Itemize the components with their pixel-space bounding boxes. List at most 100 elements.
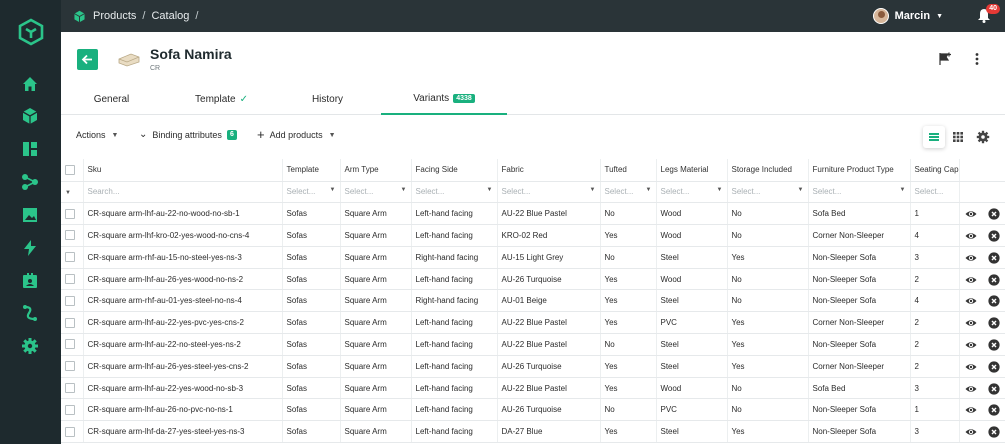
close-circle-icon[interactable] <box>987 426 1000 438</box>
filter-select[interactable]: Select... ▼ <box>808 181 911 204</box>
routes-icon[interactable] <box>21 304 39 322</box>
table-cell[interactable]: 3 <box>910 420 960 444</box>
table-cell[interactable]: Square Arm <box>340 398 412 422</box>
table-cell[interactable]: Left-hand facing <box>411 224 498 247</box>
row-checkbox[interactable] <box>65 295 75 306</box>
table-cell[interactable]: Square Arm <box>340 246 412 269</box>
table-cell[interactable]: Steel <box>656 420 728 444</box>
tab-history[interactable]: History <box>277 84 378 115</box>
eye-icon[interactable] <box>965 339 977 351</box>
table-cell[interactable]: Steel <box>656 246 728 269</box>
table-cell[interactable]: Non-Sleeper Sofa <box>808 268 911 291</box>
close-circle-icon[interactable] <box>987 339 1000 351</box>
table-row[interactable]: CR-square arm-rhf-au-15-no-steel-yes-ns-… <box>61 246 1005 269</box>
table-cell[interactable]: Sofa Bed <box>808 377 911 400</box>
table-cell[interactable]: Left-hand facing <box>411 398 498 422</box>
table-row[interactable]: CR-square arm-lhf-au-22-no-wood-no-sb-1 S… <box>61 202 1005 226</box>
logo-cube-icon[interactable] <box>18 18 44 46</box>
table-cell[interactable]: 2 <box>910 355 960 378</box>
table-cell[interactable]: Sofa Bed <box>808 202 911 226</box>
settings-gear-icon[interactable] <box>975 129 991 145</box>
table-row[interactable]: CR-square arm-lhf-au-22-no-steel-yes-ns-… <box>61 333 1005 356</box>
table-cell[interactable]: Yes <box>727 333 809 356</box>
table-cell[interactable]: 3 <box>910 377 960 400</box>
table-cell[interactable]: Sofas <box>282 333 341 356</box>
table-cell[interactable]: Non-Sleeper Sofa <box>808 289 911 313</box>
column-header[interactable]: Sku <box>83 159 283 182</box>
table-cell[interactable]: Left-hand facing <box>411 202 498 226</box>
table-cell[interactable]: Wood <box>656 224 728 247</box>
table-cell[interactable]: Square Arm <box>340 420 412 444</box>
table-cell[interactable]: Sofas <box>282 289 341 313</box>
table-cell[interactable]: DA-27 Blue <box>497 420 601 444</box>
table-cell[interactable]: No <box>600 246 657 269</box>
table-row[interactable]: CR-square arm-lhf-da-27-yes-steel-yes-ns… <box>61 420 1005 444</box>
column-header[interactable]: Arm Type <box>340 159 412 182</box>
add-products-dropdown[interactable]: + Add products ▼ <box>257 128 336 141</box>
filter-select[interactable]: Select... ▼ <box>600 181 657 204</box>
contact-card-icon[interactable] <box>21 272 39 290</box>
eye-icon[interactable] <box>965 404 977 416</box>
eye-icon[interactable] <box>965 252 977 264</box>
filter-select[interactable]: Select... ▼ <box>282 181 341 204</box>
image-icon[interactable] <box>21 206 39 224</box>
filter-select[interactable]: Select... ▼ <box>411 181 498 204</box>
table-cell[interactable]: CR-square arm-lhf-au-22-no-steel-yes-ns-… <box>83 333 283 356</box>
table-cell[interactable]: Square Arm <box>340 224 412 247</box>
table-cell[interactable]: Wood <box>656 202 728 226</box>
close-circle-icon[interactable] <box>987 404 1000 417</box>
table-cell[interactable]: Sofas <box>282 202 341 226</box>
table-cell[interactable]: No <box>600 398 657 422</box>
filter-select[interactable]: Select... ▼ <box>656 181 728 204</box>
table-cell[interactable]: Corner Non-Sleeper <box>808 311 911 335</box>
table-cell[interactable]: AU-22 Blue Pastel <box>497 311 601 335</box>
table-cell[interactable]: Square Arm <box>340 333 412 356</box>
table-cell[interactable]: Wood <box>656 377 728 400</box>
table-cell[interactable]: Left-hand facing <box>411 268 498 291</box>
table-cell[interactable]: CR-square arm-lhf-au-22-yes-wood-no-sb-3 <box>83 377 283 400</box>
eye-icon[interactable] <box>965 317 977 329</box>
row-checkbox[interactable] <box>65 339 75 350</box>
table-cell[interactable]: CR-square arm-lhf-au-22-no-wood-no-sb-1 <box>83 202 283 226</box>
table-cell[interactable]: CR-square arm-lhf-au-26-yes-steel-yes-cn… <box>83 355 283 378</box>
table-cell[interactable]: Yes <box>600 224 657 247</box>
table-cell[interactable]: CR-square arm-lhf-da-27-yes-steel-yes-ns… <box>83 420 283 444</box>
column-header[interactable]: Seating Cap <box>910 159 960 182</box>
table-cell[interactable]: CR-square arm-lhf-au-26-yes-wood-no-ns-2 <box>83 268 283 291</box>
row-checkbox[interactable] <box>65 383 75 394</box>
table-cell[interactable]: CR-square arm-lhf-au-22-yes-pvc-yes-cns-… <box>83 311 283 335</box>
table-cell[interactable]: 3 <box>910 246 960 269</box>
table-cell[interactable]: Yes <box>600 377 657 400</box>
table-cell[interactable]: No <box>600 333 657 356</box>
table-cell[interactable]: CR-square arm-lhf-au-26-no-pvc-no-ns-1 <box>83 398 283 422</box>
binding-attributes-button[interactable]: ⌄ Binding attributes 6 <box>139 130 237 140</box>
filter-select[interactable]: Select... ▼ <box>497 181 601 204</box>
table-cell[interactable]: AU-26 Turquoise <box>497 398 601 422</box>
column-header[interactable]: Fabric <box>497 159 601 182</box>
table-cell[interactable]: 4 <box>910 289 960 313</box>
table-cell[interactable]: No <box>727 377 809 400</box>
lightning-icon[interactable] <box>21 239 39 257</box>
table-cell[interactable]: CR-square arm-lhf-kro-02-yes-wood-no-cns… <box>83 224 283 247</box>
cube-icon[interactable] <box>21 107 39 125</box>
close-circle-icon[interactable] <box>987 295 1000 308</box>
table-cell[interactable]: 4 <box>910 224 960 247</box>
table-cell[interactable]: No <box>600 202 657 226</box>
table-cell[interactable]: No <box>727 398 809 422</box>
table-cell[interactable]: Sofas <box>282 268 341 291</box>
eye-icon[interactable] <box>965 274 977 286</box>
table-cell[interactable]: AU-22 Blue Pastel <box>497 377 601 400</box>
share-nodes-icon[interactable] <box>21 173 39 191</box>
row-checkbox[interactable] <box>65 230 75 241</box>
table-cell[interactable]: No <box>727 202 809 226</box>
table-cell[interactable]: Square Arm <box>340 355 412 378</box>
actions-dropdown[interactable]: Actions ▼ <box>76 130 118 140</box>
back-button[interactable] <box>77 49 98 70</box>
row-checkbox[interactable] <box>65 252 75 263</box>
table-cell[interactable]: Non-Sleeper Sofa <box>808 246 911 269</box>
table-cell[interactable]: Yes <box>727 246 809 269</box>
filter-toggle[interactable]: ▼ <box>61 181 84 204</box>
table-cell[interactable]: No <box>727 268 809 291</box>
gear-icon[interactable] <box>21 337 39 355</box>
table-row[interactable]: CR-square arm-lhf-au-22-yes-pvc-yes-cns-… <box>61 311 1005 335</box>
